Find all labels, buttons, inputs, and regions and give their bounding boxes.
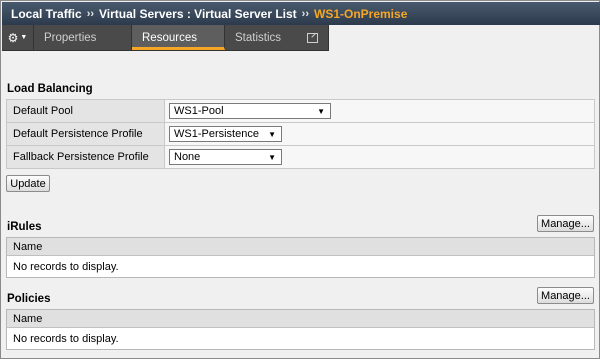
table-row: Fallback Persistence Profile None ▼ bbox=[6, 145, 595, 169]
fallback-persistence-select[interactable]: None ▼ bbox=[169, 149, 282, 165]
tab-properties[interactable]: Properties bbox=[34, 25, 132, 50]
irules-empty-message: No records to display. bbox=[13, 260, 119, 273]
default-persistence-select[interactable]: WS1-Persistence ▼ bbox=[169, 126, 282, 142]
page-frame: Local Traffic ›› Virtual Servers : Virtu… bbox=[0, 0, 600, 359]
fallback-persistence-label: Fallback Persistence Profile bbox=[6, 145, 165, 169]
chevron-down-icon: ▼ bbox=[20, 34, 28, 41]
dropdown-arrow-icon: ▼ bbox=[268, 152, 276, 162]
load-balancing-table: Default Pool WS1-Pool ▼ Default Persiste… bbox=[6, 99, 595, 169]
load-balancing-title: Load Balancing bbox=[7, 83, 93, 95]
policies-table: Name No records to display. bbox=[6, 309, 595, 350]
policies-name-column[interactable]: Name bbox=[7, 310, 594, 328]
default-persistence-label: Default Persistence Profile bbox=[6, 122, 165, 146]
gear-menu-button[interactable]: ⚙ ▼ bbox=[2, 25, 34, 50]
dropdown-arrow-icon: ▼ bbox=[268, 129, 276, 139]
default-pool-value: WS1-Pool bbox=[174, 105, 224, 117]
tab-resources[interactable]: Resources bbox=[132, 25, 225, 50]
breadcrumb: Local Traffic ›› Virtual Servers : Virtu… bbox=[2, 2, 600, 25]
policies-manage-button[interactable]: Manage... bbox=[537, 287, 594, 304]
tab-bar: ⚙ ▼ Properties Resources Statistics bbox=[2, 25, 329, 51]
gear-icon: ⚙ bbox=[7, 30, 19, 45]
popout-icon[interactable] bbox=[307, 32, 318, 43]
table-row: Default Pool WS1-Pool ▼ bbox=[6, 99, 595, 123]
policies-empty-message: No records to display. bbox=[13, 332, 119, 345]
tab-statistics-label: Statistics bbox=[235, 31, 282, 44]
fallback-persistence-value: None bbox=[174, 151, 201, 163]
breadcrumb-current: WS1-OnPremise bbox=[314, 6, 408, 21]
irules-title: iRules bbox=[7, 221, 42, 233]
default-persistence-value: WS1-Persistence bbox=[174, 128, 259, 140]
breadcrumb-separator: ›› bbox=[86, 7, 95, 20]
breadcrumb-separator: ›› bbox=[301, 7, 309, 20]
default-pool-select[interactable]: WS1-Pool ▼ bbox=[169, 103, 331, 119]
irules-table: Name No records to display. bbox=[6, 237, 595, 278]
update-button[interactable]: Update bbox=[6, 175, 50, 192]
breadcrumb-item-virtual-server-list[interactable]: Virtual Servers : Virtual Server List bbox=[99, 7, 297, 21]
table-row: Default Persistence Profile WS1-Persiste… bbox=[6, 122, 595, 146]
dropdown-arrow-icon: ▼ bbox=[317, 106, 325, 116]
irules-name-column[interactable]: Name bbox=[7, 238, 594, 256]
tab-statistics[interactable]: Statistics bbox=[225, 25, 329, 50]
breadcrumb-item-local-traffic[interactable]: Local Traffic bbox=[11, 7, 82, 21]
policies-title: Policies bbox=[7, 293, 51, 305]
irules-manage-button[interactable]: Manage... bbox=[537, 215, 594, 232]
default-pool-label: Default Pool bbox=[6, 99, 165, 123]
